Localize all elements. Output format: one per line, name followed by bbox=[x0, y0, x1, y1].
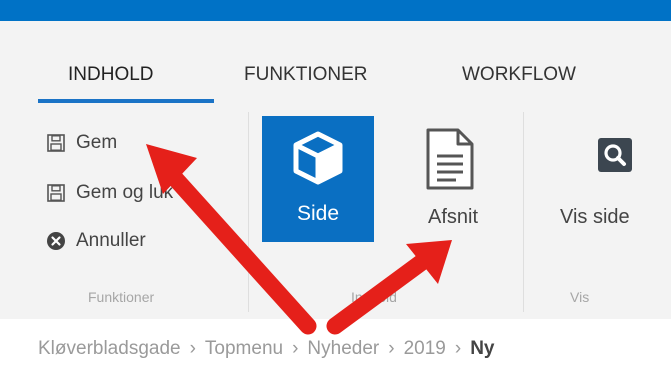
breadcrumb-current: Ny bbox=[470, 338, 495, 359]
chevron-right-icon: › bbox=[189, 338, 196, 359]
group-divider bbox=[523, 112, 524, 312]
tab-indhold[interactable]: INDHOLD bbox=[68, 64, 154, 86]
afsnit-button[interactable]: Afsnit bbox=[404, 116, 502, 242]
breadcrumb-item[interactable]: Nyheder bbox=[307, 338, 379, 359]
group-label-indhold: Indhold bbox=[351, 289, 397, 305]
vis-side-label: Vis side bbox=[560, 206, 630, 228]
save-and-close-button[interactable]: Gem og luk bbox=[46, 182, 173, 204]
group-label-funktioner: Funktioner bbox=[88, 289, 155, 305]
save-icon bbox=[47, 134, 65, 152]
save-and-close-label: Gem og luk bbox=[76, 182, 174, 203]
tab-workflow[interactable]: WORKFLOW bbox=[462, 64, 576, 86]
cancel-label: Annuller bbox=[76, 230, 146, 251]
cube-icon bbox=[293, 131, 343, 185]
side-label: Side bbox=[296, 202, 340, 225]
breadcrumb-item[interactable]: Kløverbladsgade bbox=[38, 338, 181, 359]
group-divider bbox=[248, 112, 249, 312]
side-button[interactable]: Side bbox=[262, 116, 374, 242]
afsnit-label: Afsnit bbox=[427, 206, 479, 228]
chevron-right-icon: › bbox=[388, 338, 395, 359]
vis-side-button[interactable]: Vis side bbox=[546, 116, 671, 242]
tab-funktioner[interactable]: FUNKTIONER bbox=[244, 64, 368, 86]
save-button[interactable]: Gem bbox=[46, 132, 117, 154]
magnifier-icon bbox=[598, 138, 632, 172]
chevron-right-icon: › bbox=[454, 338, 462, 359]
save-label: Gem bbox=[76, 132, 118, 153]
chevron-right-icon: › bbox=[292, 338, 299, 359]
breadcrumb-item[interactable]: Topmenu bbox=[205, 338, 283, 359]
cancel-circle-icon bbox=[47, 232, 65, 250]
save-icon bbox=[47, 184, 65, 202]
active-tab-indicator bbox=[38, 99, 214, 103]
breadcrumb: Kløverbladsgade › Topmenu › Nyheder › 2019 › Ny bbox=[38, 338, 494, 360]
document-icon bbox=[426, 128, 474, 190]
breadcrumb-item[interactable]: 2019 bbox=[404, 338, 446, 359]
group-label-vis: Vis bbox=[570, 289, 590, 305]
top-accent-bar bbox=[0, 0, 671, 21]
cancel-button[interactable]: Annuller bbox=[46, 230, 146, 252]
